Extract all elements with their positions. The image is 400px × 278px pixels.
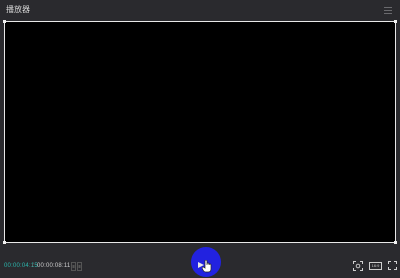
menu-icon[interactable] — [384, 7, 392, 14]
aspect-ratio-label: 16:9 — [371, 263, 380, 268]
time-separator: / — [32, 263, 34, 269]
total-time: 00:00:08:11 — [37, 263, 71, 269]
window-title: 播放器 — [6, 5, 30, 14]
video-viewport[interactable] — [3, 20, 397, 244]
resize-handle-top-left[interactable] — [3, 20, 6, 23]
step-frame-icon[interactable] — [71, 262, 82, 271]
aspect-ratio-button[interactable]: 16:9 — [369, 262, 382, 270]
title-bar: 播放器 — [0, 0, 400, 21]
resize-handle-top-right[interactable] — [394, 20, 397, 23]
fullscreen-icon[interactable] — [388, 261, 397, 270]
hand-cursor-icon — [202, 260, 212, 273]
screenshot-icon[interactable] — [353, 261, 363, 271]
